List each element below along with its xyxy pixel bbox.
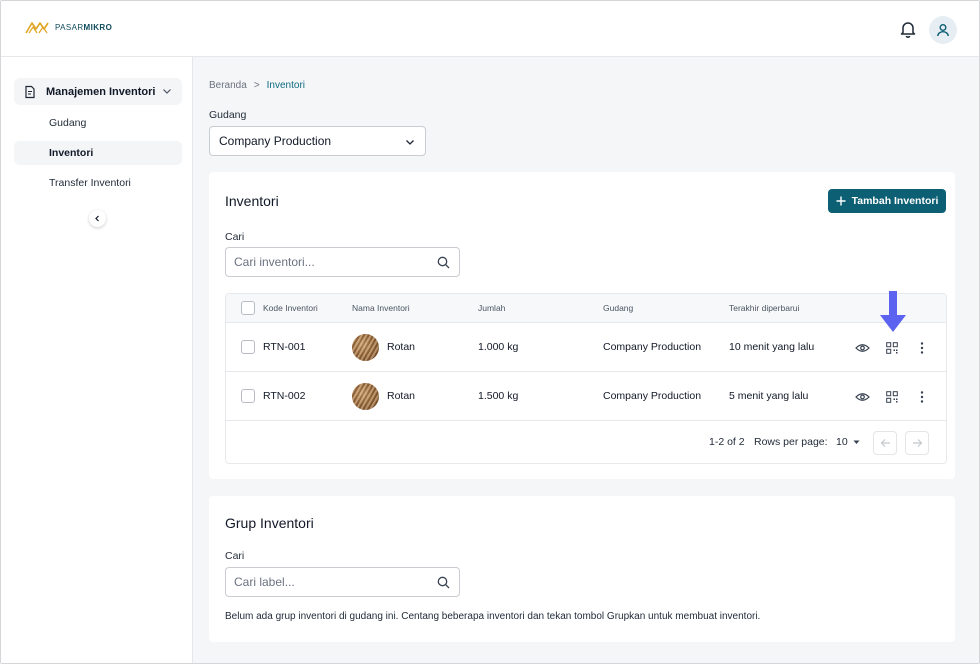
brand-logo[interactable]: PASARMIKRO <box>25 19 112 35</box>
document-icon <box>25 85 35 98</box>
cell-gudang: Company Production <box>603 390 702 402</box>
sidebar: Manajemen Inventori Gudang Inventori Tra… <box>1 57 193 663</box>
cell-kode: RTN-002 <box>263 390 306 402</box>
column-header-jumlah: Jumlah <box>478 303 506 313</box>
table-row[interactable]: RTN-002 Rotan 1.500 kg Company Productio… <box>226 372 946 421</box>
add-inventori-label: Tambah Inventori <box>851 195 939 207</box>
next-page-button[interactable] <box>905 431 929 455</box>
add-inventori-button[interactable]: Tambah Inventori <box>828 189 946 213</box>
caret-down-icon <box>853 440 860 444</box>
table-header: Kode Inventori Nama Inventori Jumlah Gud… <box>226 294 946 323</box>
main-content: Beranda > Inventori Gudang Company Produ… <box>193 57 979 663</box>
eye-icon[interactable] <box>854 389 870 405</box>
cell-nama: Rotan <box>387 390 416 402</box>
arrow-left-icon <box>880 439 890 447</box>
user-icon <box>937 24 949 37</box>
logo-mark-icon <box>25 22 49 34</box>
chevron-left-icon <box>95 215 99 222</box>
inventori-table: Kode Inventori Nama Inventori Jumlah Gud… <box>225 293 947 464</box>
gudang-label: Gudang <box>209 109 247 121</box>
inventori-search-input[interactable] <box>234 255 424 269</box>
grup-search <box>225 567 460 597</box>
user-avatar[interactable] <box>929 16 957 44</box>
column-header-kode: Kode Inventori <box>263 303 318 313</box>
table-pagination: 1-2 of 2 Rows per page: 10 <box>226 422 946 463</box>
collapse-sidebar-button[interactable] <box>89 210 106 227</box>
arrow-right-icon <box>912 439 922 447</box>
column-header-nama: Nama Inventori <box>352 303 410 313</box>
inventori-card: Inventori Tambah Inventori Cari Kode Inv… <box>209 172 955 479</box>
top-header: PASARMIKRO <box>1 1 979 57</box>
bell-icon[interactable] <box>898 19 918 39</box>
sidebar-item-transfer-inventori[interactable]: Transfer Inventori <box>14 171 182 195</box>
search-label: Cari <box>225 231 245 243</box>
inventory-thumbnail <box>352 334 379 361</box>
select-all-checkbox[interactable] <box>241 301 255 315</box>
cell-jumlah: 1.500 kg <box>478 390 519 402</box>
logo-text: PASARMIKRO <box>55 23 112 32</box>
breadcrumb-home[interactable]: Beranda <box>209 80 247 91</box>
chevron-down-icon <box>163 89 171 94</box>
search-icon[interactable] <box>437 256 450 269</box>
qr-code-icon[interactable] <box>884 340 900 356</box>
cell-nama: Rotan <box>387 341 416 353</box>
sidebar-item-inventori[interactable]: Inventori <box>14 141 182 165</box>
eye-icon[interactable] <box>854 340 870 356</box>
sidebar-group-label: Manajemen Inventori <box>46 85 156 98</box>
grup-search-input[interactable] <box>234 575 424 589</box>
sidebar-group-manajemen-inventori[interactable]: Manajemen Inventori <box>14 78 182 105</box>
more-vertical-icon[interactable] <box>914 389 930 405</box>
row-checkbox[interactable] <box>241 389 255 403</box>
gudang-selected-value: Company Production <box>219 134 332 148</box>
grup-inventori-card: Grup Inventori Cari Belum ada grup inven… <box>209 496 955 642</box>
grup-search-label: Cari <box>225 550 245 562</box>
more-vertical-icon[interactable] <box>914 340 930 356</box>
inventory-thumbnail <box>352 383 379 410</box>
search-icon[interactable] <box>437 576 450 589</box>
rows-per-page-label: Rows per page: <box>754 436 828 448</box>
row-checkbox[interactable] <box>241 340 255 354</box>
sidebar-item-gudang[interactable]: Gudang <box>14 111 182 135</box>
qr-code-icon[interactable] <box>884 389 900 405</box>
column-header-gudang: Gudang <box>603 303 634 313</box>
rows-per-page-value: 10 <box>836 436 848 448</box>
gudang-select[interactable]: Company Production <box>209 126 426 156</box>
cell-jumlah: 1.000 kg <box>478 341 519 353</box>
breadcrumb-separator: > <box>253 80 260 91</box>
cell-kode: RTN-001 <box>263 341 306 353</box>
rows-per-page-select[interactable]: 10 <box>836 436 860 448</box>
cell-updated: 5 menit yang lalu <box>729 390 809 402</box>
inventori-search <box>225 247 460 277</box>
logo-text-light: PASAR <box>55 22 84 32</box>
grup-inventori-title: Grup Inventori <box>225 515 314 531</box>
chevron-down-icon <box>406 140 414 145</box>
logo-text-bold: MIKRO <box>83 22 113 32</box>
grup-empty-message: Belum ada grup inventori di gudang ini. … <box>225 611 761 622</box>
plus-icon <box>836 196 846 206</box>
prev-page-button[interactable] <box>873 431 897 455</box>
breadcrumb: Beranda > Inventori <box>209 80 305 91</box>
table-row[interactable]: RTN-001 Rotan 1.000 kg Company Productio… <box>226 323 946 372</box>
pagination-range: 1-2 of 2 <box>709 436 745 448</box>
app-window: PASARMIKRO Manajemen Inventori Gudang In… <box>0 0 980 664</box>
cell-gudang: Company Production <box>603 341 702 353</box>
inventori-title: Inventori <box>225 193 279 209</box>
breadcrumb-current: Inventori <box>266 80 306 91</box>
column-header-terakhir: Terakhir diperbarui <box>729 303 800 313</box>
cell-updated: 10 menit yang lalu <box>729 341 815 353</box>
arrow-down-icon <box>880 291 906 332</box>
